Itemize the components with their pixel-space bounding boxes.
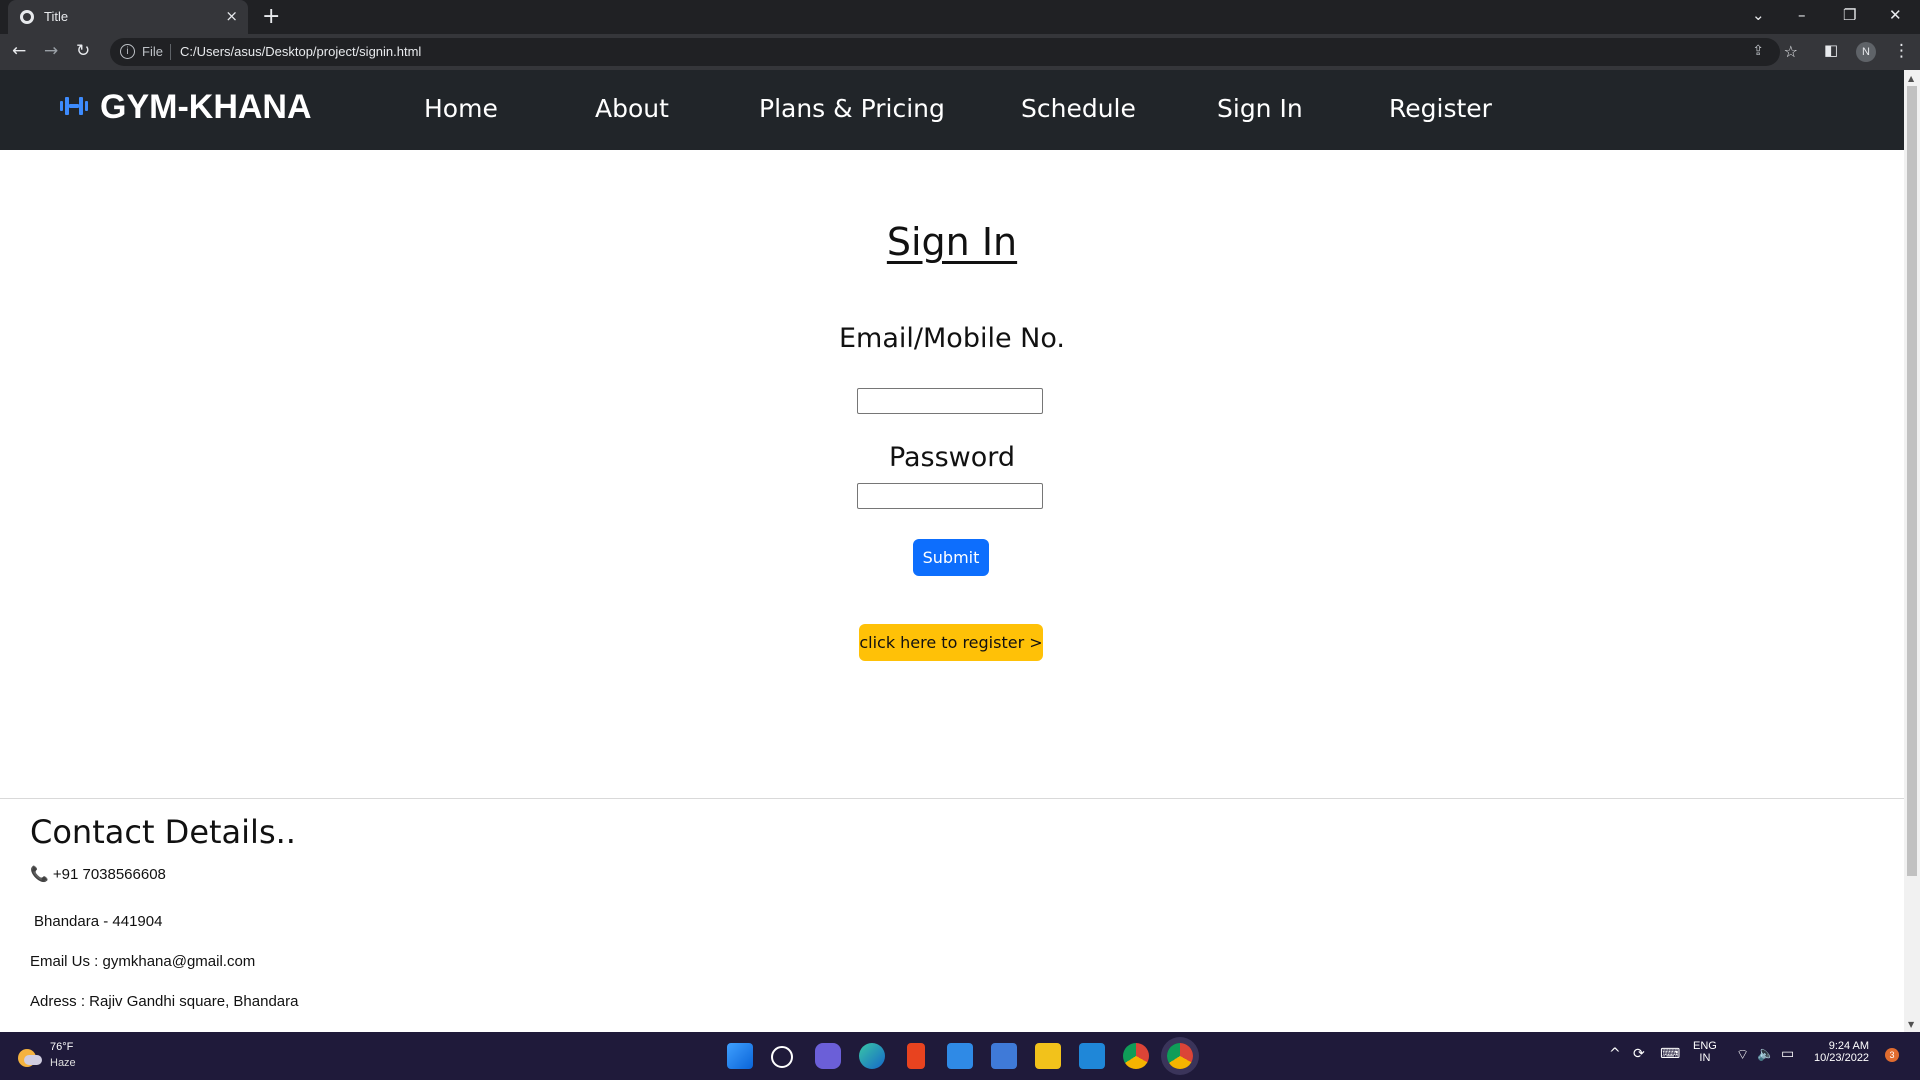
- windows-taskbar: 76°F Haze ^ ⟳ ⌨ ENG IN ⌔ 🔈 ▭ 9:24 AM 10/…: [0, 1032, 1920, 1080]
- clock-date: 10/23/2022: [1814, 1052, 1870, 1064]
- contact-city: Bhandara - 441904: [34, 913, 163, 930]
- close-tab-icon[interactable]: ×: [225, 7, 238, 25]
- nav-home[interactable]: Home: [424, 94, 498, 123]
- tab-search-icon[interactable]: ⌄: [1752, 6, 1765, 24]
- nav-sign-in[interactable]: Sign In: [1217, 94, 1303, 123]
- page-title: Sign In: [886, 220, 1018, 264]
- office-icon[interactable]: [907, 1043, 925, 1069]
- clock-time: 9:24 AM: [1828, 1040, 1870, 1052]
- search-icon[interactable]: [771, 1046, 793, 1068]
- browser-tab-strip: Title × + ⌄ – ❐ ✕: [0, 0, 1920, 34]
- edge-icon[interactable]: [859, 1043, 885, 1069]
- language-region: IN: [1699, 1052, 1711, 1064]
- nav-schedule[interactable]: Schedule: [1021, 94, 1136, 123]
- sync-icon[interactable]: ⟳: [1633, 1046, 1645, 1062]
- forward-icon[interactable]: →: [44, 41, 58, 61]
- profile-avatar[interactable]: N: [1856, 42, 1876, 62]
- teams-chat-icon[interactable]: [815, 1043, 841, 1069]
- store-icon[interactable]: [991, 1043, 1017, 1069]
- site-navbar: GYM-KHANA Home About Plans & Pricing Sch…: [0, 70, 1904, 150]
- address-scheme: File: [142, 44, 163, 59]
- start-icon[interactable]: [727, 1043, 753, 1069]
- address-url[interactable]: C:/Users/asus/Desktop/project/signin.htm…: [180, 44, 421, 59]
- footer-divider: [0, 798, 1904, 799]
- page-scrollbar[interactable]: ▲ ▼: [1904, 70, 1920, 1032]
- password-label: Password: [888, 442, 1016, 473]
- browser-tab[interactable]: Title ×: [8, 0, 248, 34]
- contact-address: Adress : Rajiv Gandhi square, Bhandara: [30, 993, 299, 1010]
- email-field[interactable]: [857, 388, 1043, 414]
- brand-logo[interactable]: GYM-KHANA: [60, 88, 312, 127]
- tab-title: Title: [44, 9, 69, 24]
- keyboard-icon[interactable]: ⌨: [1660, 1046, 1680, 1062]
- language-code: ENG: [1693, 1040, 1717, 1052]
- contact-title: Contact Details..: [30, 813, 296, 851]
- globe-icon: [20, 10, 34, 24]
- clock[interactable]: 9:24 AM 10/23/2022: [1814, 1040, 1869, 1064]
- dumbbell-icon: [60, 96, 88, 116]
- language-indicator[interactable]: ENG IN: [1693, 1040, 1717, 1064]
- weather-temp: 76°F: [50, 1041, 74, 1053]
- phone-icon: 📞: [30, 866, 49, 883]
- register-button[interactable]: click here to register >: [859, 624, 1043, 661]
- address-divider: [170, 44, 171, 60]
- back-icon[interactable]: ←: [12, 41, 26, 61]
- menu-kebab-icon[interactable]: ⋮: [1893, 41, 1910, 61]
- scroll-up-icon[interactable]: ▲: [1908, 74, 1914, 83]
- submit-button[interactable]: Submit: [913, 539, 989, 576]
- wifi-icon[interactable]: ⌔: [1736, 1046, 1749, 1064]
- weather-condition: Haze: [50, 1057, 76, 1069]
- restore-icon[interactable]: ❐: [1843, 6, 1856, 24]
- phone-number: +91 7038566608: [52, 866, 166, 883]
- notification-badge[interactable]: 3: [1885, 1048, 1899, 1062]
- nav-plans-pricing[interactable]: Plans & Pricing: [759, 94, 945, 123]
- info-icon[interactable]: i: [120, 44, 135, 59]
- minimize-icon[interactable]: –: [1798, 6, 1806, 24]
- email-label: Email/Mobile No.: [839, 323, 1065, 354]
- reload-icon[interactable]: ↻: [76, 41, 90, 61]
- share-icon[interactable]: ⇪: [1752, 43, 1764, 59]
- chrome-icon[interactable]: [1123, 1043, 1149, 1069]
- chrome-profile-icon[interactable]: [1167, 1043, 1193, 1069]
- nav-register[interactable]: Register: [1389, 94, 1492, 123]
- new-tab-button[interactable]: +: [262, 4, 280, 29]
- side-panel-icon[interactable]: ◧: [1824, 41, 1838, 59]
- battery-icon[interactable]: ▭: [1781, 1046, 1794, 1062]
- nav-about[interactable]: About: [595, 94, 669, 123]
- volume-icon[interactable]: 🔈: [1757, 1046, 1774, 1062]
- contact-phone: 📞 +91 7038566608: [30, 865, 166, 883]
- page-viewport: GYM-KHANA Home About Plans & Pricing Sch…: [0, 70, 1904, 1032]
- vscode-icon[interactable]: [1079, 1043, 1105, 1069]
- address-bar[interactable]: i File C:/Users/asus/Desktop/project/sig…: [110, 38, 1798, 66]
- close-window-icon[interactable]: ✕: [1889, 6, 1902, 24]
- browser-toolbar: ← → ↻ i File C:/Users/asus/Desktop/proje…: [0, 34, 1920, 70]
- bookmark-star-icon[interactable]: ☆: [1784, 42, 1798, 61]
- weather-icon[interactable]: [18, 1043, 42, 1067]
- scroll-down-icon[interactable]: ▼: [1908, 1020, 1914, 1029]
- file-explorer-icon[interactable]: [1035, 1043, 1061, 1069]
- password-field[interactable]: [857, 483, 1043, 509]
- scrollbar-thumb[interactable]: [1907, 86, 1917, 876]
- brand-name: GYM-KHANA: [100, 88, 312, 126]
- contact-email: Email Us : gymkhana@gmail.com: [30, 953, 256, 970]
- tray-chevron-icon[interactable]: ^: [1609, 1046, 1621, 1062]
- mail-icon[interactable]: [947, 1043, 973, 1069]
